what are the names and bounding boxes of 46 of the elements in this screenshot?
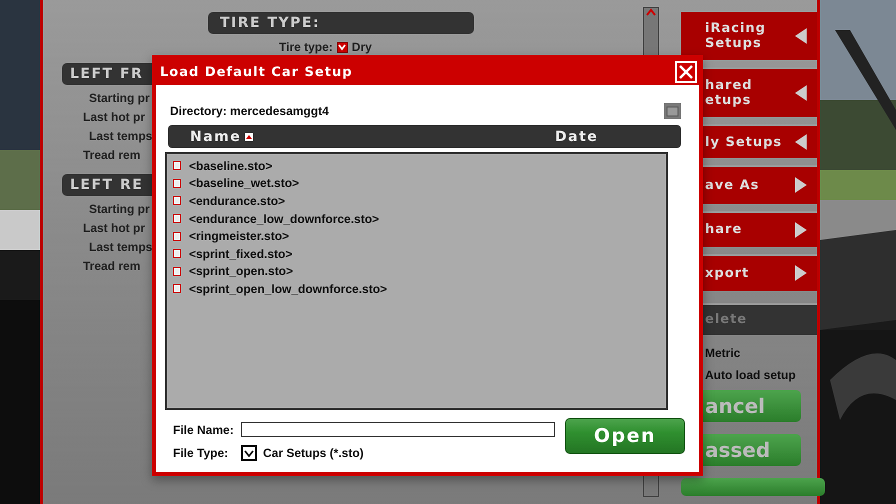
section-header: TIRE TYPE: <box>208 12 474 34</box>
field-label: Last temps <box>89 239 152 256</box>
file-name-field[interactable] <box>241 422 555 437</box>
file-row[interactable]: <endurance_low_downforce.sto> <box>173 210 666 228</box>
section-header: LEFT RE <box>62 174 152 196</box>
field-label: Tire type: <box>279 40 333 54</box>
checkbox[interactable] <box>336 42 348 52</box>
field-label: Starting pr <box>89 201 150 218</box>
field-label: Starting pr <box>89 90 150 107</box>
checkbox[interactable] <box>241 445 257 461</box>
field-label: Tread rem <box>83 147 140 164</box>
dialog-title: Load Default Car Setup <box>160 64 353 80</box>
left-arrow-icon <box>795 28 807 44</box>
field-value: Dry <box>352 40 372 54</box>
open-button[interactable]: Open <box>565 418 685 454</box>
folder-icon[interactable] <box>664 103 681 119</box>
file-row[interactable]: <sprint_fixed.sto> <box>173 244 666 263</box>
left-arrow-icon <box>795 85 807 102</box>
file-row[interactable]: <endurance.sto> <box>173 192 666 210</box>
file-row[interactable]: <sprint_open.sto> <box>173 262 666 280</box>
file-row[interactable]: <sprint_open_low_downforce.sto> <box>173 280 666 298</box>
column-header[interactable]: Date <box>555 128 598 144</box>
check-icon <box>244 450 254 456</box>
field-label: Last hot pr <box>83 109 145 126</box>
file-row[interactable]: <ringmeister.sto> <box>173 227 666 245</box>
field-label: Last hot pr <box>83 220 145 237</box>
close-button[interactable] <box>675 61 697 83</box>
column-header[interactable]: Name <box>190 128 242 144</box>
left-arrow-icon <box>795 134 807 150</box>
section-header: LEFT FR <box>62 63 152 85</box>
right-arrow-icon <box>795 265 807 282</box>
field-label: File Type: <box>173 446 230 460</box>
option-label: Auto load setup <box>704 366 797 384</box>
right-arrow-icon <box>795 177 807 194</box>
file-row[interactable]: <baseline_wet.sto> <box>173 174 666 192</box>
file-type-value: Car Setups (*.sto) <box>263 446 364 460</box>
field-label: Tread rem <box>83 258 140 275</box>
field-label: Last temps <box>89 128 152 145</box>
sort-icon[interactable] <box>245 132 254 140</box>
option-label: Metric <box>704 344 742 362</box>
directory-label: Directory: mercedesamggt4 <box>170 104 329 118</box>
check-icon <box>338 44 346 50</box>
file-row[interactable]: <baseline.sto> <box>173 157 666 175</box>
menu-item[interactable]: iRacing Setups <box>681 10 817 60</box>
field-label: File Name: <box>173 422 235 436</box>
right-arrow-icon <box>795 222 807 238</box>
